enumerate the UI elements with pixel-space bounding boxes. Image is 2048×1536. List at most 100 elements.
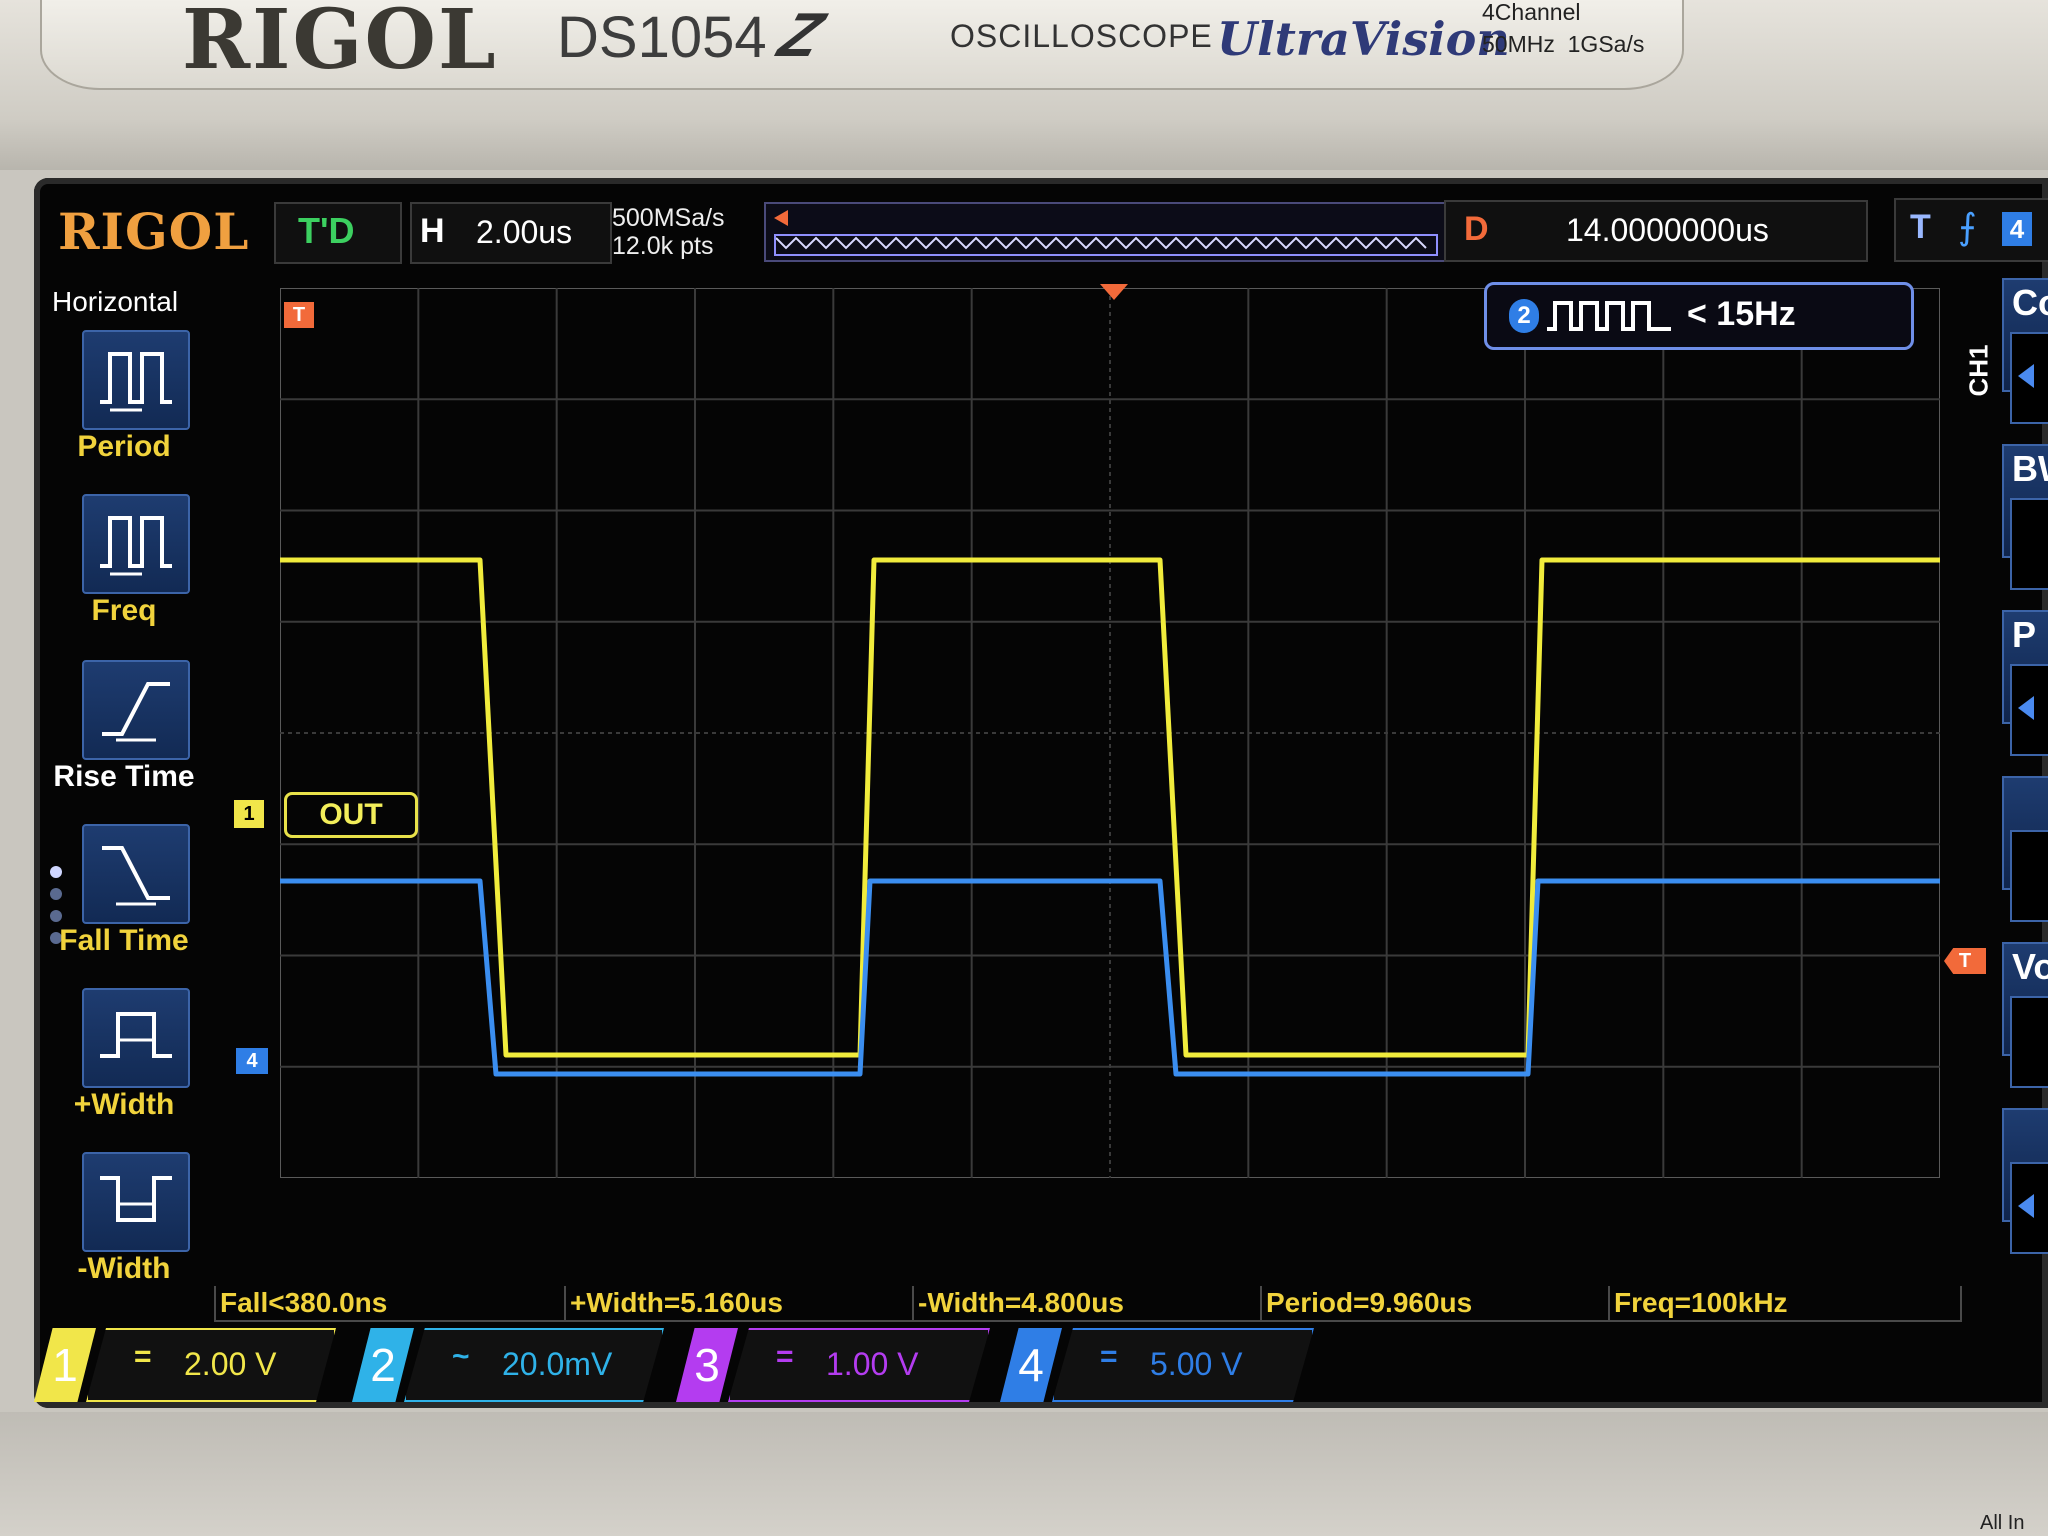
- measurement-period[interactable]: Period=9.960us: [1260, 1286, 1610, 1322]
- channel-2-tab: 2: [352, 1328, 414, 1402]
- waveform-area[interactable]: [280, 288, 1940, 1178]
- menu-label-positive-width: +Width: [73, 1088, 175, 1121]
- menu-value-coupling[interactable]: [2010, 332, 2048, 424]
- run-status-text: T'D: [298, 210, 355, 251]
- channel-1-value-box: = 2.00 V: [86, 1328, 336, 1402]
- brand-logo: RIGOL: [166, 0, 514, 88]
- timebase-box[interactable]: H 2.00us: [410, 202, 612, 264]
- arrow-left-icon: [2018, 696, 2034, 720]
- device-specs: 4Channel 50MHz 1GSa/s: [1482, 0, 1644, 60]
- channel-3-scale-value: 1.00 V: [826, 1346, 919, 1382]
- model-suffix: Z: [770, 1, 832, 70]
- channel-2-scale[interactable]: 2 ~ 20.0mV: [352, 1328, 682, 1402]
- trigger-position-marker: [1100, 284, 1128, 300]
- menu-item-rise-time[interactable]: Rise Time: [34, 654, 214, 814]
- menu-value-bandwidth[interactable]: [2010, 498, 2048, 590]
- measurement-negative-width[interactable]: -Width=4.800us: [912, 1286, 1262, 1322]
- menu-label-period: Period: [77, 430, 171, 463]
- freq-icon: [82, 494, 190, 594]
- ch4-offset-marker[interactable]: 4: [236, 1048, 268, 1074]
- ac-coupling-icon: ~: [452, 1340, 470, 1373]
- menu-value-volts[interactable]: [2010, 996, 2048, 1088]
- corner-text: All In: [1980, 1512, 2025, 1534]
- channel-1-tab: 1: [34, 1328, 96, 1402]
- menu-label-rise-time: Rise Time: [53, 760, 195, 793]
- ultravision-logo: UltraVision: [1217, 12, 1510, 66]
- memory-preview-zigzag: [775, 236, 1427, 250]
- screen-logo: RIGOL: [58, 202, 250, 261]
- bandwidth-spec: 50MHz: [1482, 31, 1555, 57]
- channel-menu-panel: CH1 Co BW P Vo: [1963, 276, 2048, 1316]
- channel-scale-bar: 1 = 2.00 V 2 ~ 20.0mV 3 = 1.00 V 4 = 5.0…: [34, 1328, 2048, 1408]
- timebase-value: 2.00us: [476, 214, 573, 250]
- positive-width-icon: [82, 988, 190, 1088]
- waveform-canvas: [280, 288, 1940, 1178]
- channel-rate-indicator: 2 < 15Hz: [1484, 282, 1914, 350]
- memory-depth: 12.0k pts: [612, 232, 714, 260]
- menu-label-freq: Freq: [91, 594, 157, 627]
- device-bezel-bottom: All In: [0, 1412, 2048, 1536]
- menu-value-invert[interactable]: [2010, 830, 2048, 922]
- delay-value: 14.0000000us: [1566, 212, 1769, 248]
- menu-item-fall-time[interactable]: Fall Time: [34, 818, 214, 978]
- period-icon: [82, 330, 190, 430]
- fall-time-icon: [82, 824, 190, 924]
- menu-item-period[interactable]: Period: [34, 324, 214, 484]
- dc-coupling-icon: =: [134, 1340, 152, 1373]
- delay-label: D: [1464, 210, 1489, 248]
- rate-channel-badge: 2: [1509, 299, 1539, 333]
- channels-spec: 4Channel: [1482, 0, 1581, 25]
- channel-2-value-box: ~ 20.0mV: [404, 1328, 664, 1402]
- channel-menu-label: CH1: [1963, 344, 1994, 397]
- horizontal-label: H: [420, 212, 445, 250]
- dc-coupling-icon: =: [776, 1340, 794, 1373]
- rising-edge-icon: ⨍: [1958, 206, 1977, 247]
- ch1-offset-marker[interactable]: 1: [234, 800, 264, 828]
- measure-menu: Horizontal Period Freq Rise Time Fall Ti…: [34, 276, 214, 1316]
- rate-text: < 15Hz: [1687, 295, 1796, 333]
- menu-value-units[interactable]: [2010, 1162, 2048, 1254]
- channel-4-scale[interactable]: 4 = 5.00 V: [1000, 1328, 1330, 1402]
- menu-item-negative-width[interactable]: -Width: [34, 1146, 214, 1306]
- oscilloscope-screen: RIGOL T'D H 2.00us 500MSa/s 12.0k pts D …: [34, 178, 2048, 1408]
- measurement-fall-time[interactable]: Fall<380.0ns: [214, 1286, 566, 1322]
- menu-item-positive-width[interactable]: +Width: [34, 982, 214, 1142]
- channel-3-scale[interactable]: 3 = 1.00 V: [676, 1328, 1006, 1402]
- measurement-results: Fall<380.0ns +Width=5.160us -Width=4.800…: [214, 1286, 1994, 1322]
- menu-label-fall-time: Fall Time: [59, 924, 189, 957]
- menu-item-freq[interactable]: Freq: [34, 488, 214, 648]
- memory-waveform-preview: [774, 234, 1438, 256]
- acquisition-info: 500MSa/s 12.0k pts: [612, 204, 725, 260]
- channel-3-value-box: = 1.00 V: [728, 1328, 990, 1402]
- arrow-left-icon: [2018, 364, 2034, 388]
- menu-title: Horizontal: [52, 286, 179, 317]
- measurement-frequency[interactable]: Freq=100kHz: [1608, 1286, 1962, 1322]
- device-badge: RIGOL DS1054 Z OSCILLOSCOPE UltraVision …: [40, 0, 1684, 90]
- memory-position-bar[interactable]: [764, 202, 1448, 262]
- trigger-label: T: [1910, 208, 1931, 246]
- model-number: DS1054: [557, 5, 767, 70]
- measurement-positive-width[interactable]: +Width=5.160us: [564, 1286, 914, 1322]
- pulse-train-icon: [1547, 301, 1671, 331]
- device-type-label: OSCILLOSCOPE: [950, 18, 1213, 54]
- memory-position-marker: [774, 210, 788, 226]
- trigger-status-box[interactable]: T ⨍ 4: [1894, 198, 2048, 262]
- arrow-left-icon: [2018, 1194, 2034, 1218]
- menu-label-negative-width: -Width: [77, 1252, 171, 1285]
- delay-box[interactable]: D 14.0000000us: [1444, 200, 1868, 262]
- menu-value-probe[interactable]: [2010, 664, 2048, 756]
- negative-width-icon: [82, 1152, 190, 1252]
- trigger-time-marker: T: [284, 302, 314, 328]
- ch1-label: OUT: [284, 792, 418, 838]
- run-status-badge[interactable]: T'D: [274, 202, 402, 264]
- channel-4-value-box: = 5.00 V: [1052, 1328, 1314, 1402]
- sample-rate: 500MSa/s: [612, 204, 725, 232]
- device-bezel-top: RIGOL DS1054 Z OSCILLOSCOPE UltraVision …: [0, 0, 2048, 170]
- channel-4-scale-value: 5.00 V: [1150, 1346, 1243, 1382]
- trigger-source: 4: [2002, 212, 2032, 246]
- sample-spec: 1GSa/s: [1567, 31, 1645, 57]
- dc-coupling-icon: =: [1100, 1340, 1118, 1373]
- status-bar: RIGOL T'D H 2.00us 500MSa/s 12.0k pts D …: [34, 178, 2048, 274]
- channel-1-scale-value: 2.00 V: [184, 1346, 277, 1382]
- channel-1-scale[interactable]: 1 = 2.00 V: [34, 1328, 354, 1402]
